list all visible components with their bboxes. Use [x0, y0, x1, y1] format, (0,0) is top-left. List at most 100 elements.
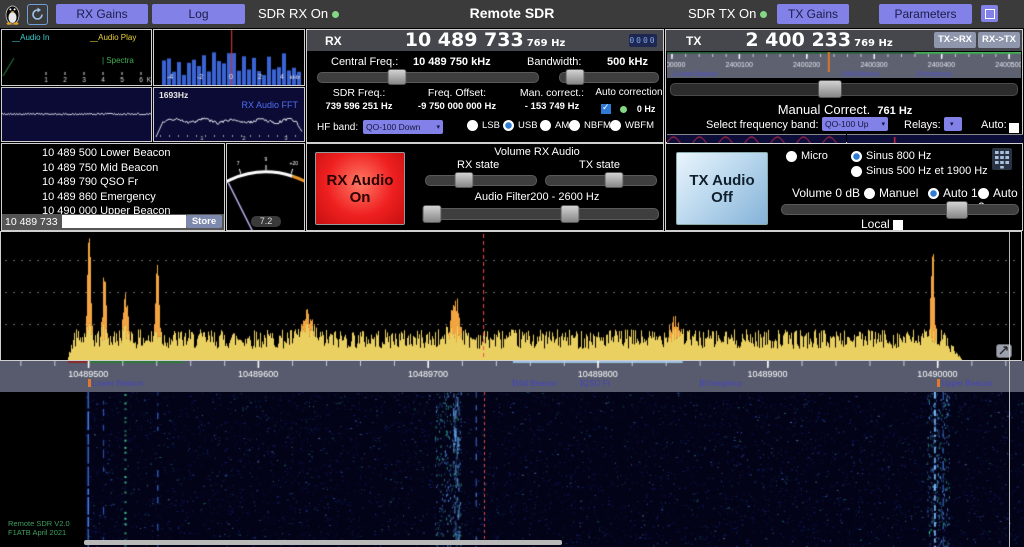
horizontal-scrollbar[interactable] — [84, 540, 562, 545]
source-sinus800-radio[interactable]: Sinus 800 Hz — [851, 150, 931, 162]
bandwidth-slider[interactable] — [559, 72, 659, 83]
source-micro-radio[interactable]: Micro — [786, 150, 828, 162]
panorama-spectrum[interactable] — [0, 231, 1022, 361]
rx-panel: RX 10 489 733769 Hz 0000 Central Freq.: … — [306, 29, 664, 143]
tx-to-rx-button[interactable]: TX->RX — [934, 32, 976, 48]
audio-play-legend: __ Audio Play — [90, 33, 136, 42]
local-checkbox-row: Local — [861, 217, 903, 231]
rx-on-indicator — [332, 11, 339, 18]
bandwidth-value: 500 kHz — [607, 56, 648, 68]
beacon-list-item[interactable]: 10 489 790 QSO Fr — [2, 175, 224, 190]
audio-filter-low-handle[interactable] — [423, 205, 442, 223]
freq-offset-label: Freq. Offset: — [407, 87, 507, 99]
auto-correction-label: Auto correction — [595, 87, 663, 98]
mode-lsb-radio[interactable]: LSB — [467, 120, 500, 131]
iq-spectrum-panel — [153, 29, 305, 86]
bandwidth-slider-handle[interactable] — [566, 69, 585, 85]
tx-auto-checkbox[interactable] — [1009, 123, 1019, 133]
tux-penguin-icon — [4, 3, 21, 30]
frequency-entry-row: 10 489 733 Store — [2, 214, 224, 230]
tx-state-label: TX state — [579, 159, 620, 171]
tx-panel: TX 2 400 233769 Hz TX->RX RX->TX Manual … — [665, 29, 1023, 143]
auto-correction-controls: 0 Hz — [601, 100, 655, 118]
parameters-button[interactable]: Parameters — [879, 4, 972, 24]
source-sinus500-1900-radio[interactable]: Sinus 500 Hz et 1900 Hz — [851, 165, 988, 177]
tx-volume-slider-handle[interactable] — [946, 201, 968, 219]
volume-mode-auto1-radio[interactable]: Auto 1 — [928, 186, 978, 200]
beacon-list-item[interactable]: 10 489 860 Emergency — [2, 190, 224, 205]
tx-state-slider-track[interactable] — [545, 175, 657, 186]
sdr-rx-status: SDR RX On — [258, 6, 339, 21]
tx-tune-slider-handle[interactable] — [818, 80, 842, 98]
tx-auto-label: Auto: — [981, 119, 1007, 131]
beacon-marker-row: Lower BeaconMid BeaconQSO FrEmergencyUpp… — [0, 379, 1024, 392]
rx-state-slider-handle[interactable] — [455, 172, 474, 188]
tx-volume-label: Volume 0 dB — [792, 186, 860, 200]
rx-gains-button[interactable]: RX Gains — [56, 4, 148, 24]
rx-audio-toggle-button[interactable]: RX AudioOn — [315, 152, 405, 225]
hf-band-label: HF band: — [317, 122, 358, 133]
rx-to-tx-button[interactable]: RX->TX — [978, 32, 1020, 48]
man-correct-value: - 153 749 Hz — [509, 101, 595, 112]
sdr-freq-value: 739 596 251 Hz — [311, 101, 407, 112]
tx-tune-slider-track[interactable] — [670, 83, 1018, 96]
auto-correction-value: 0 Hz — [637, 104, 656, 114]
rx-header: RX 10 489 733769 Hz 0000 — [307, 30, 663, 51]
central-freq-slider[interactable] — [317, 72, 539, 83]
tx-label: TX — [686, 34, 701, 48]
store-button[interactable]: Store — [186, 215, 222, 228]
audio-filter-slider-track[interactable] — [425, 208, 659, 220]
audio-waveform-panel — [1, 87, 152, 142]
dtmf-keypad-icon[interactable] — [992, 148, 1012, 175]
fullscreen-icon[interactable] — [981, 5, 998, 22]
tx-frequency-scale[interactable] — [667, 52, 1021, 78]
current-frequency-label: 10 489 733 — [5, 216, 58, 228]
beacon-marker-label: QSO Fr — [581, 379, 611, 388]
frequency-axis[interactable]: Lower BeaconMid BeaconQSO FrEmergencyUpp… — [0, 361, 1024, 392]
audio-filter-high-handle[interactable] — [561, 205, 580, 223]
waterfall[interactable]: Remote SDR V2.0 F1ATB April 2021 — [0, 392, 1024, 547]
man-correct-label: Man. correct.: — [509, 87, 595, 99]
tx-band-select[interactable]: QO-100 Up▾ — [822, 117, 888, 131]
s-meter-panel: 7.2 — [226, 143, 305, 231]
tx-audio-panel: TX AudioOff Micro Sinus 800 Hz Sinus 500… — [665, 143, 1023, 231]
relays-label: Relays: — [904, 119, 941, 131]
mode-wbfm-radio[interactable]: WBFM — [610, 120, 654, 131]
app-version-credit: Remote SDR V2.0 F1ATB April 2021 — [8, 519, 70, 537]
sdr-freq-label: SDR Freq.: — [311, 87, 407, 99]
central-freq-slider-track[interactable] — [317, 72, 539, 83]
audio-in-legend: __ Audio In — [12, 33, 49, 42]
panel-edge-line — [1009, 232, 1010, 547]
store-frequency-input[interactable] — [62, 215, 186, 228]
local-checkbox[interactable] — [893, 220, 903, 230]
frequency-counter[interactable]: 0000 — [629, 34, 657, 47]
auto-correction-checkbox[interactable] — [601, 104, 611, 114]
tx-gains-button[interactable]: TX Gains — [777, 4, 849, 24]
s-meter-value: 7.2 — [251, 216, 281, 227]
beacon-list-item[interactable]: 10 489 500 Lower Beacon — [2, 146, 224, 161]
auto-correction-indicator — [620, 106, 627, 113]
relays-select[interactable]: ▾ — [944, 117, 962, 131]
beacon-marker-label: Upper Beacon — [937, 379, 992, 388]
refresh-icon[interactable] — [27, 4, 48, 25]
mode-nbfm-radio[interactable]: NBFM — [569, 120, 611, 131]
tx-audio-toggle-button[interactable]: TX AudioOff — [676, 152, 768, 225]
rx-audio-fft-panel: 1693Hz RX Audio FFT — [153, 87, 305, 142]
mode-usb-radio[interactable]: USB — [503, 120, 538, 131]
central-freq-slider-handle[interactable] — [387, 69, 406, 85]
beacon-list: 10 489 500 Lower Beacon10 489 750 Mid Be… — [2, 144, 224, 219]
log-button[interactable]: Log — [152, 4, 245, 24]
tx-band-label: Select frequency band: — [706, 119, 819, 131]
mode-am-radio[interactable]: AM — [540, 120, 569, 131]
central-freq-label: Central Freq.: — [331, 56, 398, 68]
beacon-list-item[interactable]: 10 489 750 Mid Beacon — [2, 161, 224, 176]
tx-volume-slider-track[interactable] — [781, 204, 1019, 215]
tx-state-slider-handle[interactable] — [605, 172, 624, 188]
hf-band-select[interactable]: QO-100 Down▾ — [363, 120, 443, 134]
spectra-legend: | Spectra — [102, 56, 134, 65]
volume-mode-manuel-radio[interactable]: Manuel — [864, 186, 918, 200]
beacon-marker-label: Emergency — [700, 379, 742, 388]
rx-state-slider-track[interactable] — [425, 175, 537, 186]
remote-sdr-app: RX Gains Log SDR RX On Remote SDR SDR TX… — [0, 0, 1024, 547]
audio-filter-label: Audio Filter200 - 2600 Hz — [417, 191, 657, 203]
